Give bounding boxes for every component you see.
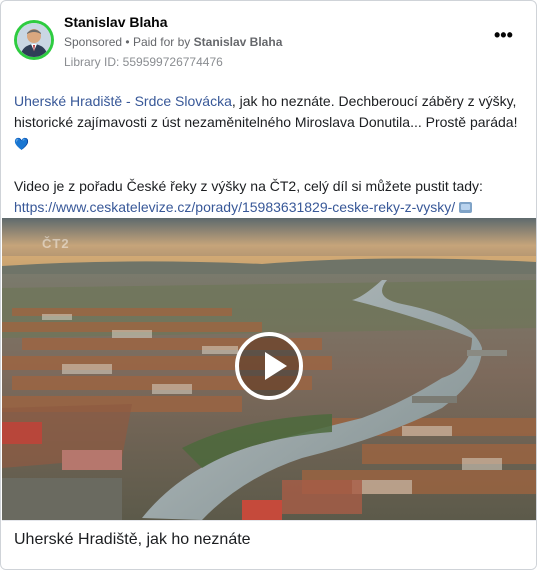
video-player[interactable]: ČT2 bbox=[2, 218, 536, 520]
caption-bar[interactable]: Uherské Hradiště, jak ho neznáte bbox=[2, 520, 536, 569]
paid-for-name: Stanislav Blaha bbox=[193, 35, 283, 49]
library-id: Library ID: 559599726774476 bbox=[64, 55, 223, 69]
video-url-link[interactable]: https://www.ceskatelevize.cz/porady/1598… bbox=[14, 199, 455, 215]
more-options-icon[interactable]: ••• bbox=[494, 26, 513, 44]
post-text: Uherské Hradiště - Srdce Slovácka, jak h… bbox=[14, 91, 529, 218]
play-icon bbox=[265, 352, 287, 380]
place-link[interactable]: Uherské Hradiště - Srdce Slovácka bbox=[14, 93, 232, 109]
post-line-3: 💙 bbox=[14, 133, 529, 155]
blue-heart-icon: 💙 bbox=[14, 137, 29, 151]
sponsored-line: Sponsored • Paid for by Stanislav Blaha bbox=[64, 35, 282, 49]
post-line-2: historické zajímavosti z úst nezaměnitel… bbox=[14, 114, 518, 130]
video-caption: Uherské Hradiště, jak ho neznáte bbox=[14, 531, 251, 548]
meta-separator: • bbox=[125, 35, 130, 49]
advertiser-avatar[interactable] bbox=[14, 20, 54, 60]
play-button[interactable] bbox=[235, 332, 303, 400]
ad-card: Stanislav Blaha Sponsored • Paid for by … bbox=[0, 0, 537, 570]
sponsored-label: Sponsored bbox=[64, 35, 123, 49]
post-line-1: Uherské Hradiště - Srdce Slovácka, jak h… bbox=[14, 91, 529, 112]
paid-for-prefix: Paid for by bbox=[132, 35, 191, 49]
post-line-1-text: , jak ho neznáte. Dechberoucí záběry z v… bbox=[231, 93, 517, 109]
post-line-4: Video je z pořadu České řeky z výšky na … bbox=[14, 178, 483, 194]
tv-watermark: ČT2 bbox=[42, 236, 70, 251]
advertiser-name[interactable]: Stanislav Blaha bbox=[64, 14, 168, 30]
tv-icon bbox=[459, 202, 473, 213]
post-line-5: https://www.ceskatelevize.cz/porady/1598… bbox=[14, 197, 529, 218]
avatar-photo bbox=[17, 23, 51, 57]
